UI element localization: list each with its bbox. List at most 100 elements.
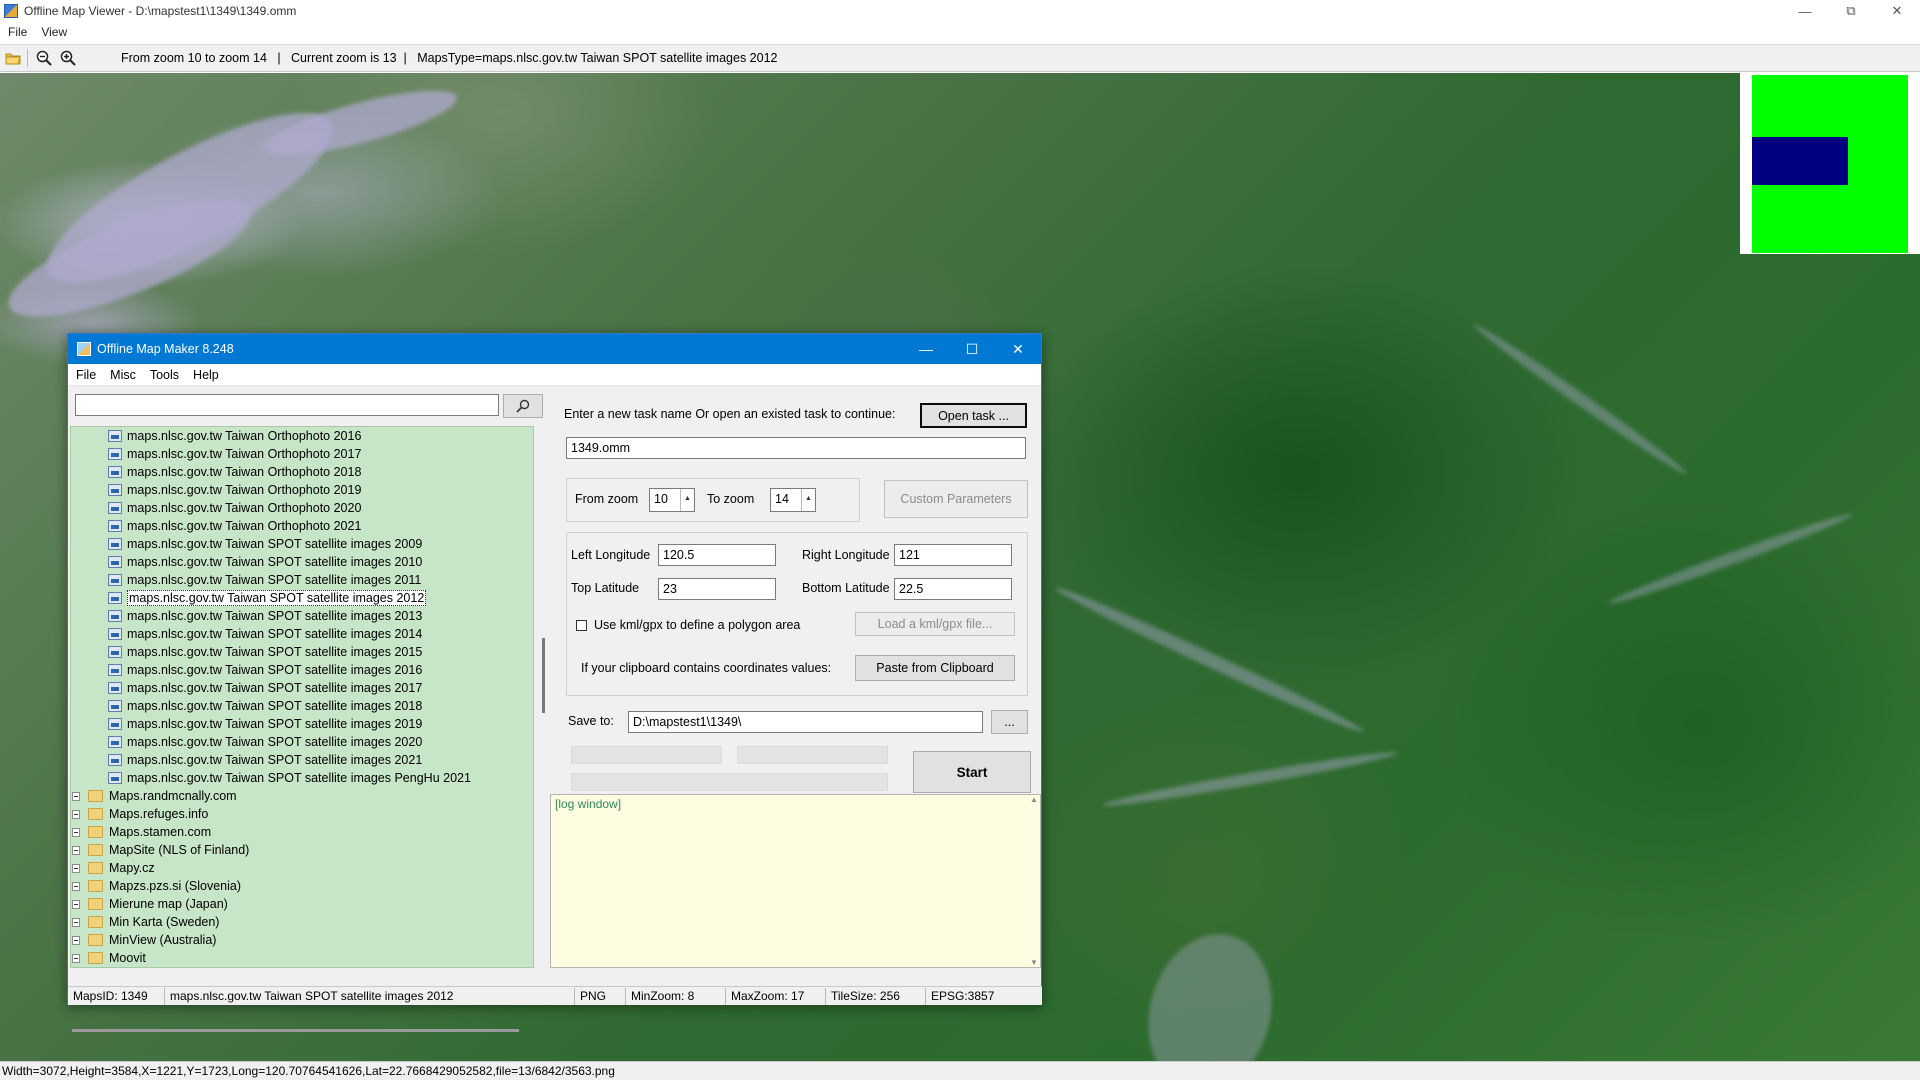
tree-map-item[interactable]: maps.nlsc.gov.tw Taiwan Orthophoto 2018: [71, 463, 533, 481]
tree-folder-item[interactable]: Mapzs.pzs.si (Slovenia): [71, 877, 533, 895]
tree-folder-item[interactable]: MinView (Australia): [71, 931, 533, 949]
overview-minimap[interactable]: [1740, 73, 1920, 254]
menu-file[interactable]: File: [8, 25, 27, 39]
map-search-input[interactable]: [75, 394, 499, 416]
tree-map-item-label: maps.nlsc.gov.tw Taiwan Orthophoto 2018: [127, 465, 362, 479]
expand-plus-icon[interactable]: [72, 827, 80, 837]
expand-plus-icon[interactable]: [72, 809, 80, 819]
scroll-up-icon[interactable]: ▲: [1030, 795, 1038, 804]
tree-folder-item[interactable]: Maps.randmcnally.com: [71, 787, 533, 805]
tree-folder-item[interactable]: Moovit: [71, 949, 533, 967]
restore-icon[interactable]: ⧉: [1828, 0, 1874, 22]
tree-map-item[interactable]: maps.nlsc.gov.tw Taiwan SPOT satellite i…: [71, 535, 533, 553]
dialog-minimize-icon[interactable]: —: [903, 334, 949, 364]
start-button[interactable]: Start: [913, 751, 1031, 793]
dialog-menu-help[interactable]: Help: [193, 368, 219, 382]
expand-plus-icon[interactable]: [72, 845, 80, 855]
from-zoom-input[interactable]: 10 ▲▼: [649, 488, 695, 512]
map-source-pane: maps.nlsc.gov.tw Taiwan Orthophoto 2016 m…: [68, 386, 545, 1032]
expand-plus-icon[interactable]: [72, 881, 80, 891]
scroll-down-icon[interactable]: ▼: [1030, 958, 1038, 967]
map-layer-icon: [108, 646, 122, 658]
tree-folder-item[interactable]: Maps.refuges.info: [71, 805, 533, 823]
spin-down-icon[interactable]: ▼: [802, 509, 815, 511]
tree-folder-item[interactable]: Mierune map (Japan): [71, 895, 533, 913]
from-zoom-spinner[interactable]: ▲▼: [680, 489, 694, 511]
paste-from-clipboard-button[interactable]: Paste from Clipboard: [855, 655, 1015, 681]
tree-map-item[interactable]: maps.nlsc.gov.tw Taiwan SPOT satellite i…: [71, 643, 533, 661]
tree-map-item[interactable]: maps.nlsc.gov.tw Taiwan SPOT satellite i…: [71, 607, 533, 625]
expand-plus-icon[interactable]: [72, 935, 80, 945]
tree-map-item[interactable]: maps.nlsc.gov.tw Taiwan Orthophoto 2019: [71, 481, 533, 499]
save-path-input[interactable]: D:\mapstest1\1349\: [628, 711, 983, 733]
tree-folder-item[interactable]: MapSite (NLS of Finland): [71, 841, 533, 859]
tree-map-item[interactable]: maps.nlsc.gov.tw Taiwan SPOT satellite i…: [71, 715, 533, 733]
log-scrollbar[interactable]: ▲ ▼: [1028, 795, 1040, 967]
tree-map-item[interactable]: maps.nlsc.gov.tw Taiwan SPOT satellite i…: [71, 571, 533, 589]
to-zoom-input[interactable]: 14 ▲▼: [770, 488, 816, 512]
window-title: Offline Map Viewer - D:\mapstest1\1349\1…: [24, 4, 297, 18]
dialog-close-icon[interactable]: ✕: [995, 334, 1041, 364]
to-zoom-spinner[interactable]: ▲▼: [801, 489, 815, 511]
spin-down-icon[interactable]: ▼: [681, 509, 694, 511]
bottom-latitude-input[interactable]: 22.5: [894, 578, 1012, 600]
task-name-input[interactable]: 1349.omm: [566, 437, 1026, 459]
right-longitude-input[interactable]: 121: [894, 544, 1012, 566]
tree-map-item[interactable]: maps.nlsc.gov.tw Taiwan Orthophoto 2016: [71, 427, 533, 445]
kml-polygon-checkbox[interactable]: [576, 620, 587, 631]
minimize-icon[interactable]: —: [1782, 0, 1828, 22]
from-zoom-label: From zoom: [575, 492, 639, 506]
custom-parameters-button[interactable]: Custom Parameters: [884, 480, 1028, 518]
zoom-out-button[interactable]: [33, 47, 55, 69]
menu-view[interactable]: View: [41, 25, 67, 39]
folder-icon: [88, 916, 103, 928]
expand-plus-icon[interactable]: [72, 791, 80, 801]
tree-vertical-scrollbar[interactable]: [542, 638, 545, 713]
tree-map-item-label: maps.nlsc.gov.tw Taiwan SPOT satellite i…: [127, 663, 423, 677]
folder-icon: [88, 898, 103, 910]
tree-map-item-label: maps.nlsc.gov.tw Taiwan Orthophoto 2019: [127, 483, 362, 497]
dialog-menu-file[interactable]: File: [76, 368, 96, 382]
tree-map-item[interactable]: maps.nlsc.gov.tw Taiwan Orthophoto 2017: [71, 445, 533, 463]
browse-button[interactable]: ...: [991, 710, 1028, 734]
spin-up-icon[interactable]: ▲: [681, 489, 694, 509]
tree-map-item[interactable]: maps.nlsc.gov.tw Taiwan SPOT satellite i…: [71, 661, 533, 679]
top-latitude-label: Top Latitude: [571, 581, 640, 595]
tree-horizontal-scrollbar[interactable]: [72, 1029, 519, 1032]
tree-map-item[interactable]: maps.nlsc.gov.tw Taiwan SPOT satellite i…: [71, 589, 533, 607]
left-longitude-input[interactable]: 120.5: [658, 544, 776, 566]
spin-up-icon[interactable]: ▲: [802, 489, 815, 509]
dialog-menu-tools[interactable]: Tools: [150, 368, 179, 382]
tree-map-item[interactable]: maps.nlsc.gov.tw Taiwan Orthophoto 2020: [71, 499, 533, 517]
expand-plus-icon[interactable]: [72, 953, 80, 963]
log-window[interactable]: [log window] ▲ ▼: [550, 794, 1041, 968]
open-folder-button[interactable]: [2, 47, 24, 69]
close-icon[interactable]: ✕: [1874, 0, 1920, 22]
map-search-button[interactable]: [503, 394, 543, 418]
open-task-button[interactable]: Open task ...: [920, 403, 1027, 428]
tree-folder-item[interactable]: Mapy.cz: [71, 859, 533, 877]
tree-map-item[interactable]: maps.nlsc.gov.tw Taiwan SPOT satellite i…: [71, 769, 533, 787]
expand-plus-icon[interactable]: [72, 917, 80, 927]
tree-map-item[interactable]: maps.nlsc.gov.tw Taiwan Orthophoto 2021: [71, 517, 533, 535]
map-layer-icon: [108, 538, 122, 550]
tree-map-item-label: maps.nlsc.gov.tw Taiwan SPOT satellite i…: [127, 771, 471, 785]
tree-map-item[interactable]: maps.nlsc.gov.tw Taiwan SPOT satellite i…: [71, 751, 533, 769]
expand-plus-icon[interactable]: [72, 863, 80, 873]
dialog-maximize-icon[interactable]: ☐: [949, 334, 995, 364]
top-latitude-input[interactable]: 23: [658, 578, 776, 600]
to-zoom-value: 14: [775, 492, 789, 506]
zoom-in-button[interactable]: [57, 47, 79, 69]
tree-folder-item[interactable]: Min Karta (Sweden): [71, 913, 533, 931]
tree-map-item[interactable]: maps.nlsc.gov.tw Taiwan SPOT satellite i…: [71, 625, 533, 643]
tree-map-item[interactable]: maps.nlsc.gov.tw Taiwan SPOT satellite i…: [71, 733, 533, 751]
dialog-menu-misc[interactable]: Misc: [110, 368, 136, 382]
map-source-tree[interactable]: maps.nlsc.gov.tw Taiwan Orthophoto 2016 m…: [70, 426, 534, 968]
tree-map-item[interactable]: maps.nlsc.gov.tw Taiwan SPOT satellite i…: [71, 679, 533, 697]
tree-map-item[interactable]: maps.nlsc.gov.tw Taiwan SPOT satellite i…: [71, 697, 533, 715]
expand-plus-icon[interactable]: [72, 899, 80, 909]
overview-viewport[interactable]: [1752, 137, 1848, 185]
tree-folder-item[interactable]: Maps.stamen.com: [71, 823, 533, 841]
tree-map-item[interactable]: maps.nlsc.gov.tw Taiwan SPOT satellite i…: [71, 553, 533, 571]
load-kml-button[interactable]: Load a kml/gpx file...: [855, 612, 1015, 636]
